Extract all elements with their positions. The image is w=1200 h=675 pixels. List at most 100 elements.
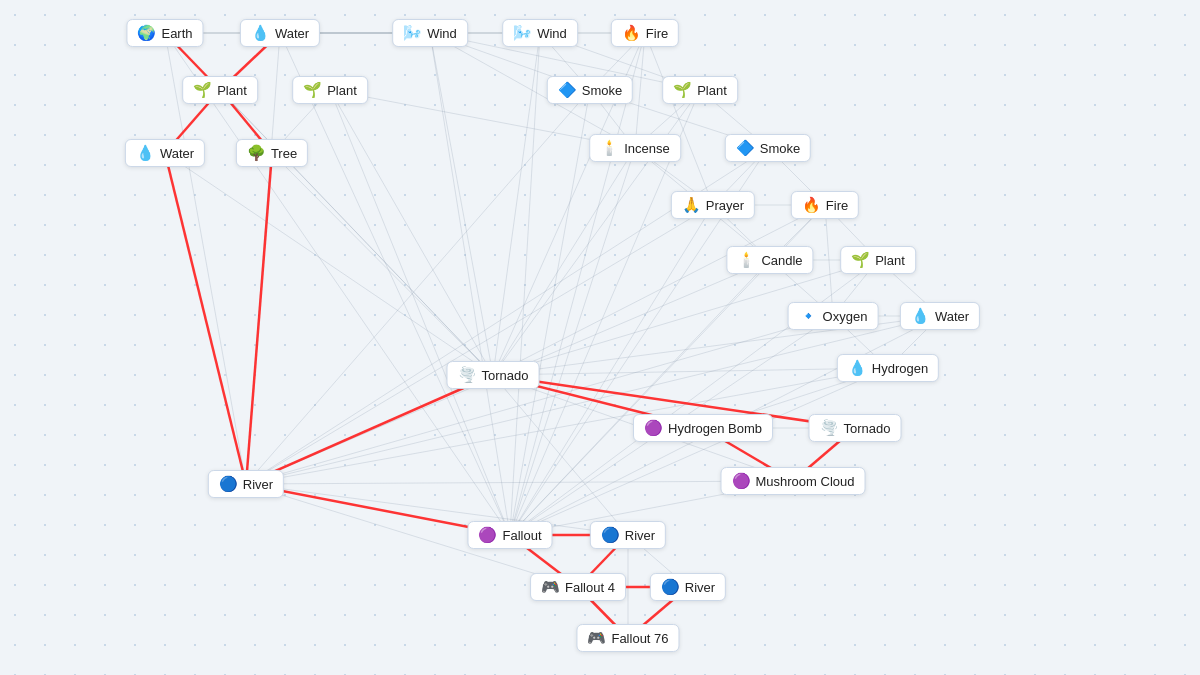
node-label-hbomb: Hydrogen Bomb bbox=[668, 421, 762, 436]
node-tornado2[interactable]: 🌪️ Tornado bbox=[809, 414, 902, 442]
graph-container: 🌍Earth 💧 Water 🌬️Wind 🌬️Wind 🔥 Fire 🌱 Plant 🌱 Plan… bbox=[0, 0, 1200, 675]
node-fallout76[interactable]: 🎮Fallout 76 bbox=[576, 624, 679, 652]
node-icon-plant3: 🌱 bbox=[673, 81, 692, 99]
node-label-fire2: Fire bbox=[826, 198, 848, 213]
node-icon-water1: 💧 bbox=[251, 24, 270, 42]
svg-line-40 bbox=[493, 375, 628, 535]
svg-line-61 bbox=[246, 205, 713, 484]
node-icon-river1: 🔵 bbox=[219, 475, 238, 493]
node-label-smoke2: Smoke bbox=[760, 141, 800, 156]
node-fallout1[interactable]: 🟣 Fallout bbox=[467, 521, 552, 549]
svg-line-77 bbox=[510, 148, 635, 535]
node-icon-prayer: 🙏 bbox=[682, 196, 701, 214]
node-icon-fire2: 🔥 bbox=[802, 196, 821, 214]
node-oxygen[interactable]: 🔹Oxygen bbox=[788, 302, 879, 330]
node-hbomb[interactable]: 🟣 Hydrogen Bomb bbox=[633, 414, 773, 442]
node-smoke1[interactable]: 🔷 Smoke bbox=[547, 76, 633, 104]
node-icon-plant1: 🌱 bbox=[193, 81, 212, 99]
node-icon-tornado2: 🌪️ bbox=[820, 419, 839, 437]
node-mushroom[interactable]: 🟣Mushroom Cloud bbox=[721, 467, 866, 495]
node-label-oxygen: Oxygen bbox=[823, 309, 868, 324]
node-plant3[interactable]: 🌱Plant bbox=[662, 76, 738, 104]
node-label-fallout1: Fallout bbox=[502, 528, 541, 543]
node-incense[interactable]: 🕯️Incense bbox=[589, 134, 681, 162]
node-icon-fallout76: 🎮 bbox=[587, 629, 606, 647]
node-icon-plant4: 🌱 bbox=[851, 251, 870, 269]
svg-line-75 bbox=[510, 205, 713, 535]
node-wind1[interactable]: 🌬️Wind bbox=[392, 19, 468, 47]
node-plant1[interactable]: 🌱 Plant bbox=[182, 76, 258, 104]
svg-line-79 bbox=[510, 90, 590, 535]
node-icon-smoke1: 🔷 bbox=[558, 81, 577, 99]
svg-line-67 bbox=[493, 148, 635, 375]
node-icon-wind2: 🌬️ bbox=[513, 24, 532, 42]
node-label-fire1: Fire bbox=[646, 26, 668, 41]
svg-line-57 bbox=[493, 90, 700, 375]
node-label-river1: River bbox=[243, 477, 273, 492]
node-icon-hbomb: 🟣 bbox=[644, 419, 663, 437]
svg-line-53 bbox=[493, 33, 540, 375]
node-icon-wind1: 🌬️ bbox=[403, 24, 422, 42]
node-fire2[interactable]: 🔥 Fire bbox=[791, 191, 859, 219]
node-icon-incense: 🕯️ bbox=[600, 139, 619, 157]
node-water2[interactable]: 💧Water bbox=[125, 139, 205, 167]
svg-line-27 bbox=[825, 205, 833, 316]
node-tree[interactable]: 🌳Tree bbox=[236, 139, 308, 167]
svg-line-81 bbox=[510, 33, 540, 535]
node-candle[interactable]: 🕯️Candle bbox=[726, 246, 813, 274]
svg-line-51 bbox=[272, 153, 493, 375]
svg-line-68 bbox=[246, 316, 940, 484]
node-fire1[interactable]: 🔥Fire bbox=[611, 19, 679, 47]
node-earth[interactable]: 🌍Earth bbox=[126, 19, 203, 47]
node-label-water2: Water bbox=[160, 146, 194, 161]
node-water1[interactable]: 💧 Water bbox=[240, 19, 320, 47]
node-hydrogen[interactable]: 💧Hydrogen bbox=[837, 354, 939, 382]
svg-line-82 bbox=[430, 33, 510, 535]
node-icon-river3: 🔵 bbox=[661, 578, 680, 596]
node-label-prayer: Prayer bbox=[706, 198, 744, 213]
node-plant4[interactable]: 🌱Plant bbox=[840, 246, 916, 274]
node-wind2[interactable]: 🌬️Wind bbox=[502, 19, 578, 47]
node-icon-plant2: 🌱 bbox=[303, 81, 322, 99]
node-water3[interactable]: 💧 Water bbox=[900, 302, 980, 330]
node-icon-fallout1: 🟣 bbox=[478, 526, 497, 544]
svg-line-84 bbox=[280, 33, 510, 535]
node-label-water1: Water bbox=[275, 26, 309, 41]
node-river3[interactable]: 🔵River bbox=[650, 573, 726, 601]
svg-line-70 bbox=[510, 368, 888, 535]
svg-line-44 bbox=[246, 484, 628, 535]
node-label-hydrogen: Hydrogen bbox=[872, 361, 928, 376]
node-river2[interactable]: 🔵 River bbox=[590, 521, 666, 549]
svg-line-50 bbox=[165, 153, 493, 375]
node-label-plant2: Plant bbox=[327, 83, 357, 98]
svg-line-56 bbox=[330, 90, 493, 375]
node-label-tornado2: Tornado bbox=[844, 421, 891, 436]
svg-line-42 bbox=[246, 481, 793, 484]
node-icon-fallout4: 🎮 bbox=[541, 578, 560, 596]
node-icon-river2: 🔵 bbox=[601, 526, 620, 544]
node-label-plant1: Plant bbox=[217, 83, 247, 98]
svg-line-85 bbox=[165, 33, 510, 535]
svg-line-83 bbox=[510, 33, 645, 535]
node-label-tornado1: Tornado bbox=[482, 368, 529, 383]
svg-line-90 bbox=[165, 153, 246, 484]
svg-line-12 bbox=[645, 33, 713, 205]
node-label-smoke1: Smoke bbox=[582, 83, 622, 98]
node-tornado1[interactable]: 🌪️ Tornado bbox=[447, 361, 540, 389]
svg-line-36 bbox=[493, 368, 888, 375]
node-icon-water3: 💧 bbox=[911, 307, 930, 325]
svg-line-52 bbox=[430, 33, 493, 375]
svg-line-55 bbox=[220, 90, 493, 375]
node-river1[interactable]: 🔵 River bbox=[208, 470, 284, 498]
node-label-river2: River bbox=[625, 528, 655, 543]
node-label-tree: Tree bbox=[271, 146, 297, 161]
node-fallout4[interactable]: 🎮Fallout 4 bbox=[530, 573, 626, 601]
node-icon-earth: 🌍 bbox=[137, 24, 156, 42]
node-prayer[interactable]: 🙏 Prayer bbox=[671, 191, 755, 219]
node-label-candle: Candle bbox=[761, 253, 802, 268]
node-smoke2[interactable]: 🔷Smoke bbox=[725, 134, 811, 162]
node-icon-tornado1: 🌪️ bbox=[458, 366, 477, 384]
svg-line-66 bbox=[493, 205, 825, 375]
node-plant2[interactable]: 🌱 Plant bbox=[292, 76, 368, 104]
node-label-water3: Water bbox=[935, 309, 969, 324]
